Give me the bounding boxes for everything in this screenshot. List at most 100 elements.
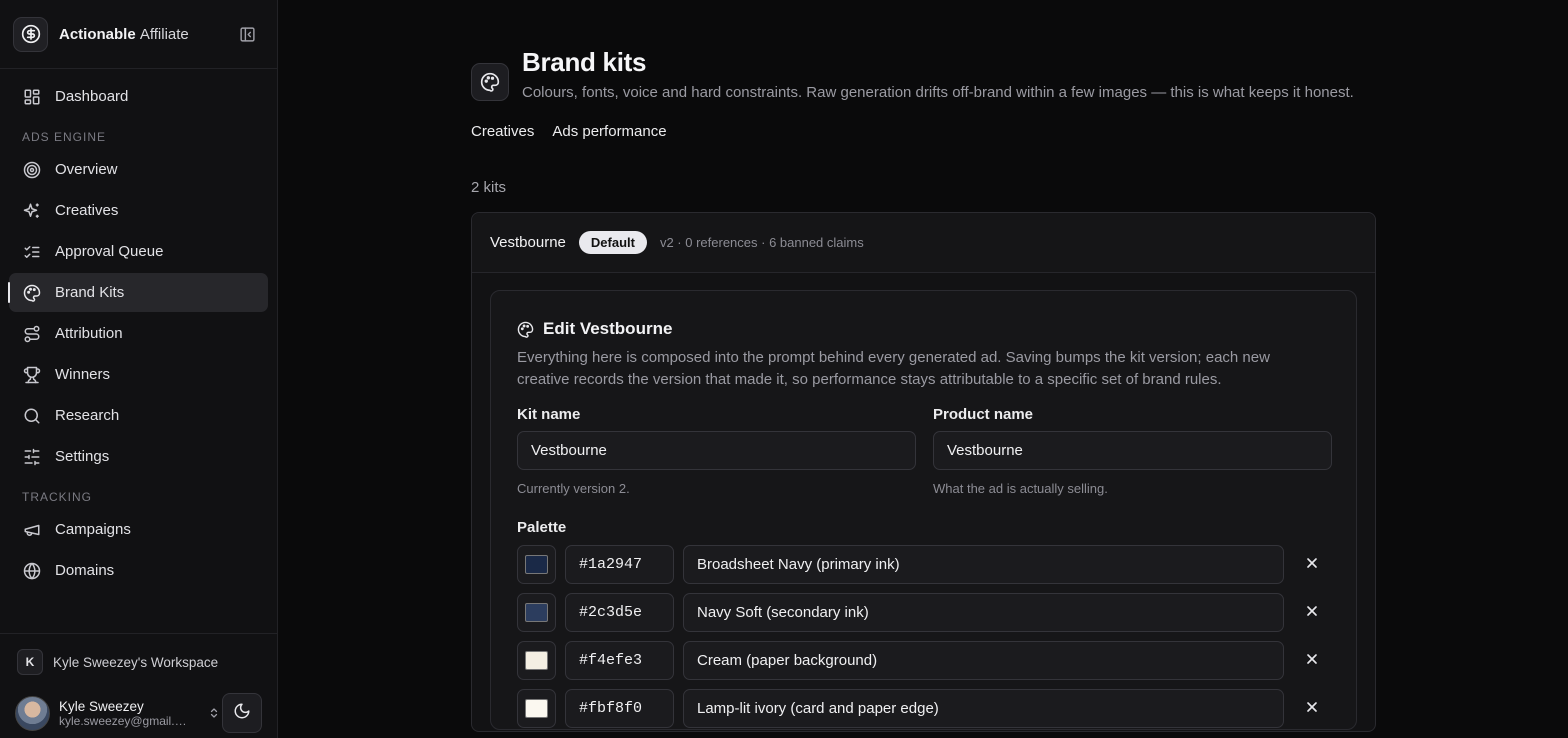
theme-toggle-button[interactable]: [222, 693, 262, 733]
hex-input[interactable]: [565, 545, 674, 584]
app-name-light: Affiliate: [139, 25, 189, 43]
kit-name-input[interactable]: [517, 431, 916, 470]
edit-kit-panel: Edit Vestbourne Everything here is compo…: [490, 290, 1357, 730]
page-tabs: Creatives Ads performance: [471, 123, 1376, 140]
sidebar-item-winners[interactable]: Winners: [9, 355, 268, 394]
tab-creatives[interactable]: Creatives: [471, 123, 534, 140]
color-swatch: [525, 555, 548, 574]
sidebar-item-label: Domains: [55, 562, 115, 579]
kit-card-header[interactable]: Vestbourne Default v2 · 0 references · 6…: [472, 213, 1375, 273]
color-name-input[interactable]: [683, 641, 1284, 680]
sidebar-item-label: Overview: [55, 161, 118, 178]
sidebar-item-label: Settings: [55, 448, 110, 465]
sidebar-item-label: Campaigns: [55, 521, 131, 538]
kit-name-field: Kit name Currently version 2.: [517, 406, 916, 496]
remove-color-button[interactable]: [1299, 696, 1325, 722]
sidebar-item-label: Creatives: [55, 202, 119, 219]
sidebar-item-label: Approval Queue: [55, 243, 164, 260]
user-name: Kyle Sweezey: [59, 698, 144, 714]
color-swatch: [525, 699, 548, 718]
sidebar-footer: K Kyle Sweezey's Workspace Kyle Sweezey …: [0, 633, 277, 738]
name-fields: Kit name Currently version 2. Product na…: [517, 406, 1332, 496]
page-title: Brand kits: [522, 47, 647, 77]
sidebar-item-domains[interactable]: Domains: [9, 551, 268, 590]
user-info[interactable]: Kyle Sweezey kyle.sweezey@gmail.com: [59, 699, 199, 728]
megaphone-icon: [22, 520, 41, 539]
sidebar-item-research[interactable]: Research: [9, 396, 268, 435]
chevrons-up-down-icon[interactable]: [207, 705, 221, 721]
color-name-input[interactable]: [683, 545, 1284, 584]
moon-icon: [233, 702, 251, 724]
list-checks-icon: [22, 242, 41, 261]
color-picker-button[interactable]: [517, 641, 556, 680]
palette-row: [517, 641, 1330, 680]
product-name-field: Product name What the ad is actually sel…: [933, 406, 1332, 496]
product-name-input[interactable]: [933, 431, 1332, 470]
color-swatch: [525, 651, 548, 670]
sidebar-item-label: Brand Kits: [55, 284, 125, 301]
palette-row: [517, 593, 1330, 632]
user-menu: Kyle Sweezey kyle.sweezey@gmail.com: [9, 690, 268, 736]
edit-title-text: Edit Vestbourne: [543, 319, 673, 338]
color-picker-button[interactable]: [517, 593, 556, 632]
nav-section-tracking: TRACKING: [22, 490, 93, 504]
sidebar-item-label: Winners: [55, 366, 111, 383]
sidebar-item-overview[interactable]: Overview: [9, 150, 268, 189]
default-badge: Default: [578, 231, 647, 254]
page-header: Brand kits Colours, fonts, voice and har…: [471, 47, 1376, 104]
sidebar-item-settings[interactable]: Settings: [9, 437, 268, 476]
hex-input[interactable]: [565, 641, 674, 680]
sidebar-item-attribution[interactable]: Attribution: [9, 314, 268, 353]
kit-meta: v2 · 0 references · 6 banned claims: [659, 235, 864, 250]
color-name-input[interactable]: [683, 689, 1284, 728]
kit-name-help: Currently version 2.: [517, 481, 630, 496]
sidebar-item-label: Attribution: [55, 325, 123, 342]
sidebar-item-campaigns[interactable]: Campaigns: [9, 510, 268, 549]
app-name-bold: Actionable: [59, 25, 136, 43]
edit-kit-title: Edit Vestbourne: [517, 319, 1330, 339]
remove-color-button[interactable]: [1299, 552, 1325, 578]
main-content: Brand kits Colours, fonts, voice and har…: [471, 0, 1376, 732]
palette-label: Palette: [517, 519, 567, 536]
color-picker-button[interactable]: [517, 545, 556, 584]
avatar[interactable]: [15, 695, 50, 731]
trophy-icon: [22, 365, 41, 384]
color-picker-button[interactable]: [517, 689, 556, 728]
sidebar-collapse-icon[interactable]: [236, 23, 258, 45]
user-email: kyle.sweezey@gmail.com: [59, 713, 191, 728]
palette-row: [517, 545, 1330, 584]
close-icon: [1304, 651, 1320, 671]
search-icon: [22, 406, 41, 425]
nav-section-ads-engine: ADS ENGINE: [22, 130, 107, 144]
sidebar-item-creatives[interactable]: Creatives: [9, 191, 268, 230]
palette-icon: [22, 283, 41, 302]
dollar-logo-icon[interactable]: [13, 16, 48, 52]
workspace-name: Kyle Sweezey's Workspace: [53, 654, 219, 670]
route-icon: [22, 324, 41, 343]
target-icon: [22, 160, 41, 179]
remove-color-button[interactable]: [1299, 648, 1325, 674]
color-name-input[interactable]: [683, 593, 1284, 632]
workspace-switcher[interactable]: K Kyle Sweezey's Workspace: [9, 634, 268, 690]
tab-ads-performance[interactable]: Ads performance: [552, 123, 666, 140]
sidebar-item-label: Dashboard: [55, 88, 129, 105]
kit-name: Vestbourne: [490, 234, 566, 251]
product-name-help: What the ad is actually selling.: [933, 481, 1108, 496]
edit-description: Everything here is composed into the pro…: [517, 349, 1270, 388]
remove-color-button[interactable]: [1299, 600, 1325, 626]
sidebar-item-label: Research: [55, 407, 120, 424]
hex-input[interactable]: [565, 689, 674, 728]
palette-row: [517, 689, 1330, 728]
app-name: Actionable Affiliate: [59, 26, 189, 43]
sparkles-icon: [22, 201, 41, 220]
page-subtitle: Colours, fonts, voice and hard constrain…: [522, 84, 1354, 101]
palette-icon: [517, 320, 535, 338]
sidebar-item-brand-kits[interactable]: Brand Kits: [8, 273, 268, 312]
sidebar-item-dashboard[interactable]: Dashboard: [9, 77, 268, 116]
close-icon: [1304, 555, 1320, 575]
brand-header: Actionable Affiliate: [0, 0, 277, 69]
color-swatch: [525, 603, 548, 622]
sidebar-nav: Dashboard ADS ENGINE Overview Creatives …: [0, 69, 277, 590]
sidebar-item-approval-queue[interactable]: Approval Queue: [9, 232, 268, 271]
hex-input[interactable]: [565, 593, 674, 632]
